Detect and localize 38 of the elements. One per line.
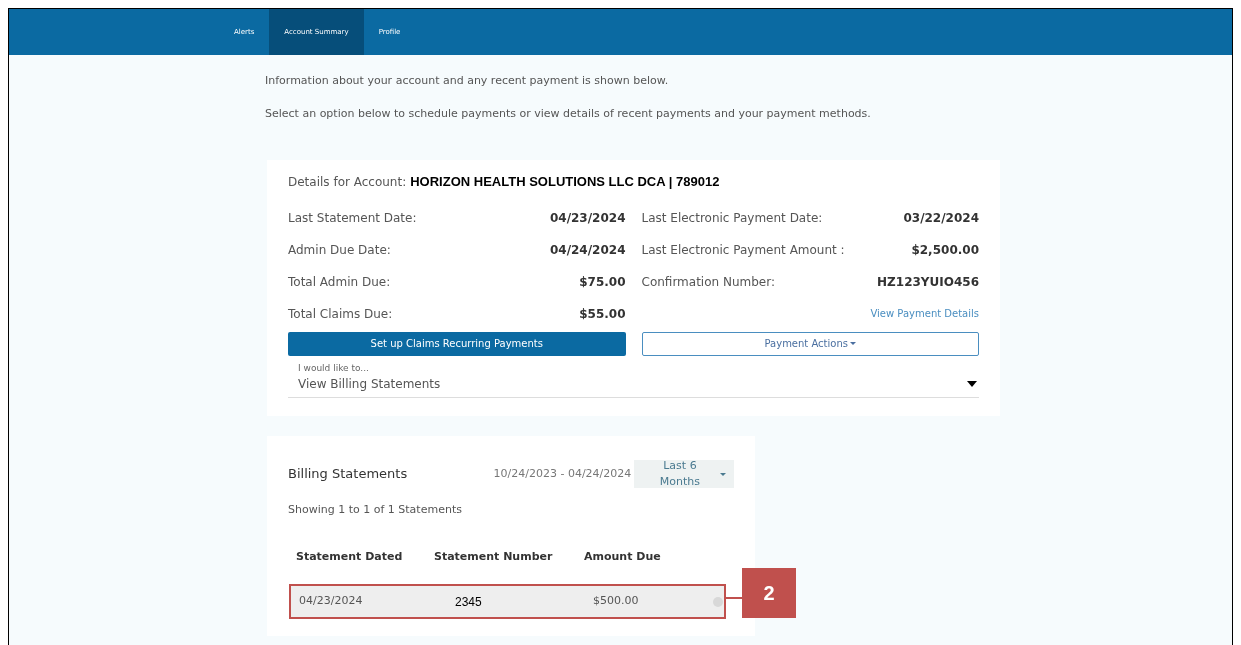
- field-label: Last Statement Date:: [288, 209, 417, 227]
- field-value: $2,500.00: [911, 241, 979, 259]
- field-value: 04/24/2024: [549, 241, 626, 259]
- table-cell-text: 04/23/2024: [299, 593, 364, 610]
- leader-line: [726, 597, 742, 599]
- statement-row[interactable]: 04/23/2024 2345 $500.00: [289, 584, 726, 619]
- account-label: Details for Account:: [288, 174, 407, 191]
- date-range: 10/24/2023 - 04/24/2024: [493, 465, 633, 482]
- period-dropdown[interactable]: Last 6 Months: [633, 460, 734, 488]
- caret-icon: [720, 472, 726, 476]
- field-label: Total Admin Due:: [288, 273, 391, 291]
- account-name: HORIZON HEALTH SOLUTIONS LLC DCA | 789012: [410, 173, 720, 191]
- field-value: $55.00: [579, 305, 626, 323]
- view-payment-details-link[interactable]: View Payment Details: [870, 306, 979, 321]
- column-header: Statement Dated: [296, 548, 404, 565]
- column-header: Amount Due: [584, 548, 662, 565]
- field-label: Total Claims Due:: [288, 305, 393, 323]
- action-select[interactable]: I would like to... View Billing Statements: [288, 361, 979, 398]
- billing-title: Billing Statements: [288, 465, 409, 484]
- caret-icon: [850, 342, 856, 345]
- dropdown-caret-icon: [967, 381, 977, 387]
- field-value: HZ123YUIO456: [877, 273, 979, 291]
- payment-actions-button[interactable]: Payment Actions: [641, 331, 979, 356]
- field-value: $75.00: [579, 273, 626, 291]
- field-value: 03/22/2024: [903, 209, 979, 227]
- setup-recurring-payments-button[interactable]: Set up Claims Recurring Payments: [288, 331, 626, 356]
- table-cell-text: $500.00: [593, 593, 640, 610]
- table-cell-text: 2345: [454, 593, 483, 611]
- field-value: 04/23/2024: [549, 209, 626, 227]
- callout-badge: 2: [742, 568, 796, 618]
- showing-count: Showing 1 to 1 of 1 Statements: [288, 502, 463, 518]
- intro-text: Information about your account and any recent payment is shown below.: [265, 73, 670, 89]
- column-header: Statement Number: [434, 548, 554, 565]
- field-label: Last Electronic Payment Date:: [641, 209, 823, 227]
- field-label: Last Electronic Payment Amount :: [641, 241, 845, 259]
- intro-text: Select an option below to schedule payments or view details of recent payments and your payment methods.: [265, 105, 872, 122]
- field-label: Admin Due Date:: [288, 241, 391, 259]
- field-label: Confirmation Number:: [641, 273, 775, 291]
